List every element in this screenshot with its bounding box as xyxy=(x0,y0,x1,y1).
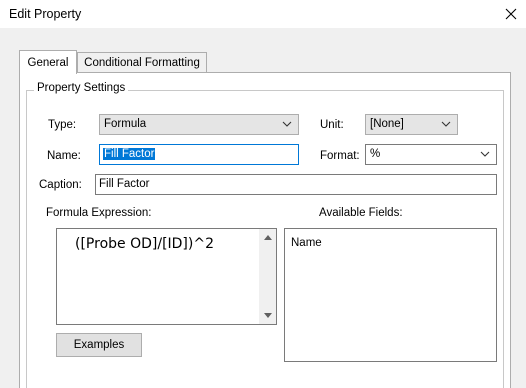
title-bar: Edit Property xyxy=(0,0,526,28)
examples-button[interactable]: Examples xyxy=(56,333,142,357)
fields-column-header: Name xyxy=(291,237,322,249)
name-label: Name: xyxy=(47,150,81,162)
formula-expression-value: ([Probe OD]/[ID])^2 xyxy=(75,236,214,252)
scroll-down-icon xyxy=(263,313,272,318)
format-select-value: % xyxy=(370,148,381,160)
type-select-value: Formula xyxy=(104,118,147,130)
formula-expression-input[interactable]: ([Probe OD]/[ID])^2 xyxy=(56,228,277,325)
scroll-up-button[interactable] xyxy=(259,229,276,246)
caption-field-value: Fill Factor xyxy=(99,178,150,190)
chevron-down-icon xyxy=(282,121,292,127)
name-field[interactable]: Fill Factor xyxy=(99,144,299,165)
available-fields-label: Available Fields: xyxy=(319,207,403,219)
tab-conditional-formatting[interactable]: Conditional Formatting xyxy=(77,52,207,74)
available-fields-list[interactable]: Name xyxy=(284,228,497,362)
scroll-down-button[interactable] xyxy=(259,307,276,324)
format-label: Format: xyxy=(320,150,360,162)
chevron-down-icon xyxy=(480,151,490,157)
chevron-down-icon xyxy=(441,121,451,127)
formula-expression-label: Formula Expression: xyxy=(46,207,152,219)
caption-field[interactable]: Fill Factor xyxy=(95,174,497,195)
unit-select[interactable]: [None] xyxy=(365,114,458,135)
type-label: Type: xyxy=(48,119,77,131)
formula-scrollbar[interactable] xyxy=(259,229,276,324)
window-title: Edit Property xyxy=(9,7,82,21)
close-icon xyxy=(505,8,517,20)
close-button[interactable] xyxy=(496,0,526,28)
caption-label: Caption: xyxy=(39,179,82,191)
type-select[interactable]: Formula xyxy=(99,114,299,135)
tab-general-label: General xyxy=(27,57,69,69)
tab-general[interactable]: General xyxy=(19,50,77,74)
name-field-value: Fill Factor xyxy=(103,148,156,160)
unit-label: Unit: xyxy=(320,119,344,131)
format-select[interactable]: % xyxy=(365,144,497,165)
tab-conditional-formatting-label: Conditional Formatting xyxy=(84,57,200,69)
scroll-up-icon xyxy=(263,235,272,240)
unit-select-value: [None] xyxy=(370,118,404,130)
group-label: Property Settings xyxy=(34,82,129,94)
examples-button-label: Examples xyxy=(73,339,125,351)
